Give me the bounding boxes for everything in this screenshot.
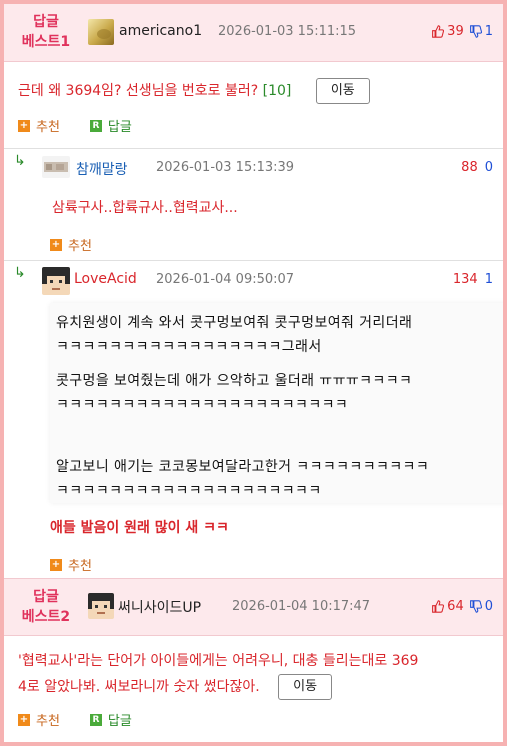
comment-date: 2026-01-03 15:13:39 <box>156 160 295 175</box>
comment-body: 근데 왜 3694임? 선생님을 번호로 불러? [10] 이동 <box>18 78 370 104</box>
comment-actions: + 추천 <box>50 235 92 254</box>
up-count: 39 <box>447 24 464 39</box>
down-count: 1 <box>484 24 493 39</box>
image-text-line: 콧구멍을 보여줬는데 애가 으악하고 울더래 ㅠㅠㅠㅋㅋㅋㅋ <box>56 373 413 389</box>
author-nickname[interactable]: 참깨말랑 <box>76 159 128 179</box>
reply-label: 답글 <box>107 714 132 729</box>
reply-button[interactable]: R 답글 <box>89 710 132 729</box>
reply-comment: ↳ 참깨말랑 2026-01-03 15:13:39 88 0 삼륙구사..합륙… <box>4 148 503 260</box>
image-text-line: ㅋㅋㅋㅋㅋㅋㅋㅋㅋㅋㅋㅋㅋㅋㅋㅋㅋㅋㅋㅋㅋㅋ <box>56 397 349 413</box>
best-badge: 답글 베스트1 <box>21 14 71 50</box>
recommend-button[interactable]: + 추천 <box>18 116 60 135</box>
image-text-line: ㅋㅋㅋㅋㅋㅋㅋㅋㅋㅋㅋㅋㅋㅋㅋㅋㅋㅋㅋㅋ <box>56 483 322 499</box>
up-count: 88 <box>461 160 478 175</box>
reply-arrow-icon: ↳ <box>14 153 26 169</box>
plus-box-icon: + <box>50 238 62 251</box>
recommend-label: 추천 <box>68 239 92 254</box>
image-text-line: 알고보니 애기는 코코몽보여달라고한거 ㅋㅋㅋㅋㅋㅋㅋㅋㅋㅋ <box>56 459 430 475</box>
comment-text: 근데 왜 3694임? 선생님을 번호로 불러? <box>18 83 259 99</box>
author-nickname[interactable]: americano1 <box>119 23 202 39</box>
thumbs-up-icon[interactable] <box>431 600 445 613</box>
image-text-line: ㅋㅋㅋㅋㅋㅋㅋㅋㅋㅋㅋㅋㅋㅋㅋㅋㅋ그래서 <box>56 339 322 355</box>
avatar[interactable] <box>88 19 114 45</box>
comment-actions: + 추천 R 답글 <box>18 116 132 135</box>
comment-date: 2026-01-04 09:50:07 <box>156 272 295 287</box>
r-box-icon: R <box>89 713 102 726</box>
r-box-icon: R <box>89 119 102 132</box>
vote-counts: 39 1 <box>431 24 493 39</box>
down-count: 1 <box>484 272 493 287</box>
down-count: 0 <box>484 160 493 175</box>
avatar-image <box>97 29 111 39</box>
recommend-label: 추천 <box>36 120 60 135</box>
plus-box-icon: + <box>18 119 30 132</box>
author-nickname[interactable]: 써니사이드UP <box>118 597 201 617</box>
vote-counts: 88 0 <box>461 160 493 175</box>
best-badge: 답글 베스트2 <box>21 589 71 625</box>
recommend-label: 추천 <box>68 559 92 574</box>
best-comment-header: 답글 베스트1 americano1 2026-01-03 15:11:15 3… <box>4 4 503 62</box>
vote-counts: 64 0 <box>431 599 493 614</box>
comment-text: '협력교사'라는 단어가 아이들에게는 어려우니, 대충 들리는대로 369 4… <box>18 650 498 700</box>
comment-text: 삼륙구사..합륙규사..협력교사... <box>52 200 238 216</box>
down-count: 0 <box>484 599 493 614</box>
avatar[interactable] <box>42 267 70 295</box>
best-comment-header: 답글 베스트2 써니사이드UP 2026-01-04 10:17:47 64 0 <box>4 578 503 636</box>
thumbs-up-icon[interactable] <box>431 25 445 38</box>
avatar[interactable] <box>42 156 70 178</box>
move-button[interactable]: 이동 <box>278 674 333 700</box>
move-button[interactable]: 이동 <box>315 78 370 104</box>
recommend-button[interactable]: + 추천 <box>50 555 92 574</box>
reply-button[interactable]: R 답글 <box>89 116 132 135</box>
recommend-button[interactable]: + 추천 <box>18 710 60 729</box>
comment-date: 2026-01-03 15:11:15 <box>218 24 357 39</box>
plus-box-icon: + <box>18 713 30 726</box>
comment-text-line: '협력교사'라는 단어가 아이들에게는 어려우니, 대충 들리는대로 369 <box>18 653 419 669</box>
comment-reference[interactable]: [10] <box>263 83 292 99</box>
up-count: 64 <box>447 599 464 614</box>
avatar-image <box>88 593 114 614</box>
reply-label: 답글 <box>107 120 132 135</box>
recommend-label: 추천 <box>36 714 60 729</box>
up-count: 134 <box>452 272 478 287</box>
avatar[interactable] <box>88 593 114 619</box>
author-nickname[interactable]: LoveAcid <box>74 271 137 287</box>
reply-arrow-icon: ↳ <box>14 265 26 281</box>
comment-actions: + 추천 <box>50 555 92 574</box>
vote-counts: 134 1 <box>453 272 493 287</box>
avatar-image <box>44 162 68 172</box>
comment-date: 2026-01-04 10:17:47 <box>232 599 371 614</box>
thumbs-down-icon[interactable] <box>469 25 482 38</box>
avatar-image <box>42 267 70 290</box>
comment-list: 답글 베스트1 americano1 2026-01-03 15:11:15 3… <box>4 4 503 742</box>
thumbs-down-icon[interactable] <box>469 600 482 613</box>
comment-text: 애들 발음이 원래 많이 새 ㅋㅋ <box>50 520 229 536</box>
comment-actions: + 추천 R 답글 <box>18 710 132 729</box>
plus-box-icon: + <box>50 558 62 571</box>
recommend-button[interactable]: + 추천 <box>50 235 92 254</box>
reply-comment: ↳ LoveAcid 2026-01-04 09:50:07 134 1 유치원… <box>4 260 503 578</box>
image-text-line: 유치원생이 계속 와서 콧구멍보여줘 콧구멍보여줘 거리더래 <box>56 315 413 331</box>
comment-text-line: 4로 알았나봐. 써보라니까 숫자 썼다잖아. 이동 <box>18 674 498 700</box>
